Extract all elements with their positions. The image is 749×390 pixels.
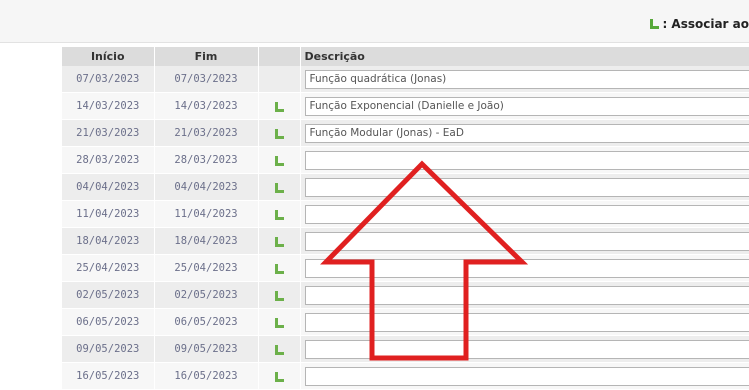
- cell-fim: 18/04/2023: [154, 228, 258, 255]
- cell-descricao: [300, 66, 749, 93]
- associate-corner-icon[interactable]: [273, 209, 285, 221]
- associate-corner-icon[interactable]: [273, 182, 285, 194]
- cell-inicio: 16/05/2023: [62, 363, 154, 390]
- cell-descricao: [300, 309, 749, 336]
- cell-fim: 14/03/2023: [154, 93, 258, 120]
- associate-corner-icon[interactable]: [273, 236, 285, 248]
- cell-descricao: [300, 255, 749, 282]
- cell-descricao: [300, 363, 749, 390]
- cell-inicio: 25/04/2023: [62, 255, 154, 282]
- cell-descricao: [300, 147, 749, 174]
- cell-inicio: 06/05/2023: [62, 309, 154, 336]
- cell-inicio: 14/03/2023: [62, 93, 154, 120]
- cell-inicio: 07/03/2023: [62, 66, 154, 93]
- cell-associate: [258, 93, 300, 120]
- associate-corner-icon[interactable]: [273, 344, 285, 356]
- cell-associate: [258, 174, 300, 201]
- cell-inicio: 18/04/2023: [62, 228, 154, 255]
- cell-inicio: 28/03/2023: [62, 147, 154, 174]
- cell-descricao: [300, 93, 749, 120]
- associate-corner-icon[interactable]: [273, 263, 285, 275]
- cell-fim: 02/05/2023: [154, 282, 258, 309]
- cell-inicio: 09/05/2023: [62, 336, 154, 363]
- description-input[interactable]: [305, 286, 749, 305]
- associate-corner-icon[interactable]: [273, 155, 285, 167]
- cell-associate: [258, 201, 300, 228]
- cell-associate: [258, 147, 300, 174]
- associate-corner-icon[interactable]: [273, 371, 285, 383]
- description-input[interactable]: [305, 124, 749, 143]
- cell-associate: [258, 255, 300, 282]
- description-input[interactable]: [305, 205, 749, 224]
- table-row: 14/03/202314/03/2023: [62, 93, 749, 120]
- description-input[interactable]: [305, 340, 749, 359]
- description-input[interactable]: [305, 178, 749, 197]
- associate-corner-icon[interactable]: [273, 101, 285, 113]
- column-header-fim: Fim: [154, 47, 258, 66]
- table-row: 11/04/202311/04/2023: [62, 201, 749, 228]
- description-input[interactable]: [305, 313, 749, 332]
- cell-descricao: [300, 201, 749, 228]
- cell-inicio: 11/04/2023: [62, 201, 154, 228]
- cell-fim: 06/05/2023: [154, 309, 258, 336]
- cell-fim: 11/04/2023: [154, 201, 258, 228]
- table-row: 28/03/202328/03/2023: [62, 147, 749, 174]
- table-row: 18/04/202318/04/2023: [62, 228, 749, 255]
- cell-inicio: 02/05/2023: [62, 282, 154, 309]
- associate-corner-icon: [648, 18, 660, 30]
- description-input[interactable]: [305, 70, 749, 89]
- table-row: 06/05/202306/05/2023: [62, 309, 749, 336]
- description-input[interactable]: [305, 367, 749, 386]
- table-row: 02/05/202302/05/2023: [62, 282, 749, 309]
- description-input[interactable]: [305, 151, 749, 170]
- table-row: 25/04/202325/04/2023: [62, 255, 749, 282]
- cell-associate: [258, 282, 300, 309]
- top-bar: : Associar ao: [0, 0, 749, 43]
- table-row: 09/05/202309/05/2023: [62, 336, 749, 363]
- table-body: 07/03/202307/03/202314/03/202314/03/2023…: [62, 66, 749, 390]
- associate-corner-icon[interactable]: [273, 128, 285, 140]
- associate-corner-icon[interactable]: [273, 317, 285, 329]
- legend: : Associar ao: [648, 14, 749, 34]
- cell-descricao: [300, 174, 749, 201]
- description-input[interactable]: [305, 97, 749, 116]
- table-row: 07/03/202307/03/2023: [62, 66, 749, 93]
- cell-fim: 16/05/2023: [154, 363, 258, 390]
- cell-inicio: 04/04/2023: [62, 174, 154, 201]
- cell-associate: [258, 309, 300, 336]
- cell-descricao: [300, 228, 749, 255]
- associate-corner-icon[interactable]: [273, 290, 285, 302]
- cell-fim: 28/03/2023: [154, 147, 258, 174]
- column-header-inicio: Início: [62, 47, 154, 66]
- cell-fim: 07/03/2023: [154, 66, 258, 93]
- column-header-icon: [258, 47, 300, 66]
- schedule-table: Início Fim Descrição 07/03/202307/03/202…: [62, 47, 749, 390]
- table-row: 21/03/202321/03/2023: [62, 120, 749, 147]
- description-input[interactable]: [305, 232, 749, 251]
- cell-inicio: 21/03/2023: [62, 120, 154, 147]
- cell-descricao: [300, 282, 749, 309]
- table-header-row: Início Fim Descrição: [62, 47, 749, 66]
- table-row: 04/04/202304/04/2023: [62, 174, 749, 201]
- table-row: 16/05/202316/05/2023: [62, 363, 749, 390]
- legend-text: : Associar ao: [662, 17, 749, 31]
- cell-fim: 04/04/2023: [154, 174, 258, 201]
- description-input[interactable]: [305, 259, 749, 278]
- cell-fim: 09/05/2023: [154, 336, 258, 363]
- cell-associate: [258, 120, 300, 147]
- cell-associate: [258, 363, 300, 390]
- cell-fim: 25/04/2023: [154, 255, 258, 282]
- cell-fim: 21/03/2023: [154, 120, 258, 147]
- cell-descricao: [300, 120, 749, 147]
- cell-associate: [258, 336, 300, 363]
- column-header-descricao: Descrição: [300, 47, 749, 66]
- cell-associate: [258, 228, 300, 255]
- cell-associate: [258, 66, 300, 93]
- cell-descricao: [300, 336, 749, 363]
